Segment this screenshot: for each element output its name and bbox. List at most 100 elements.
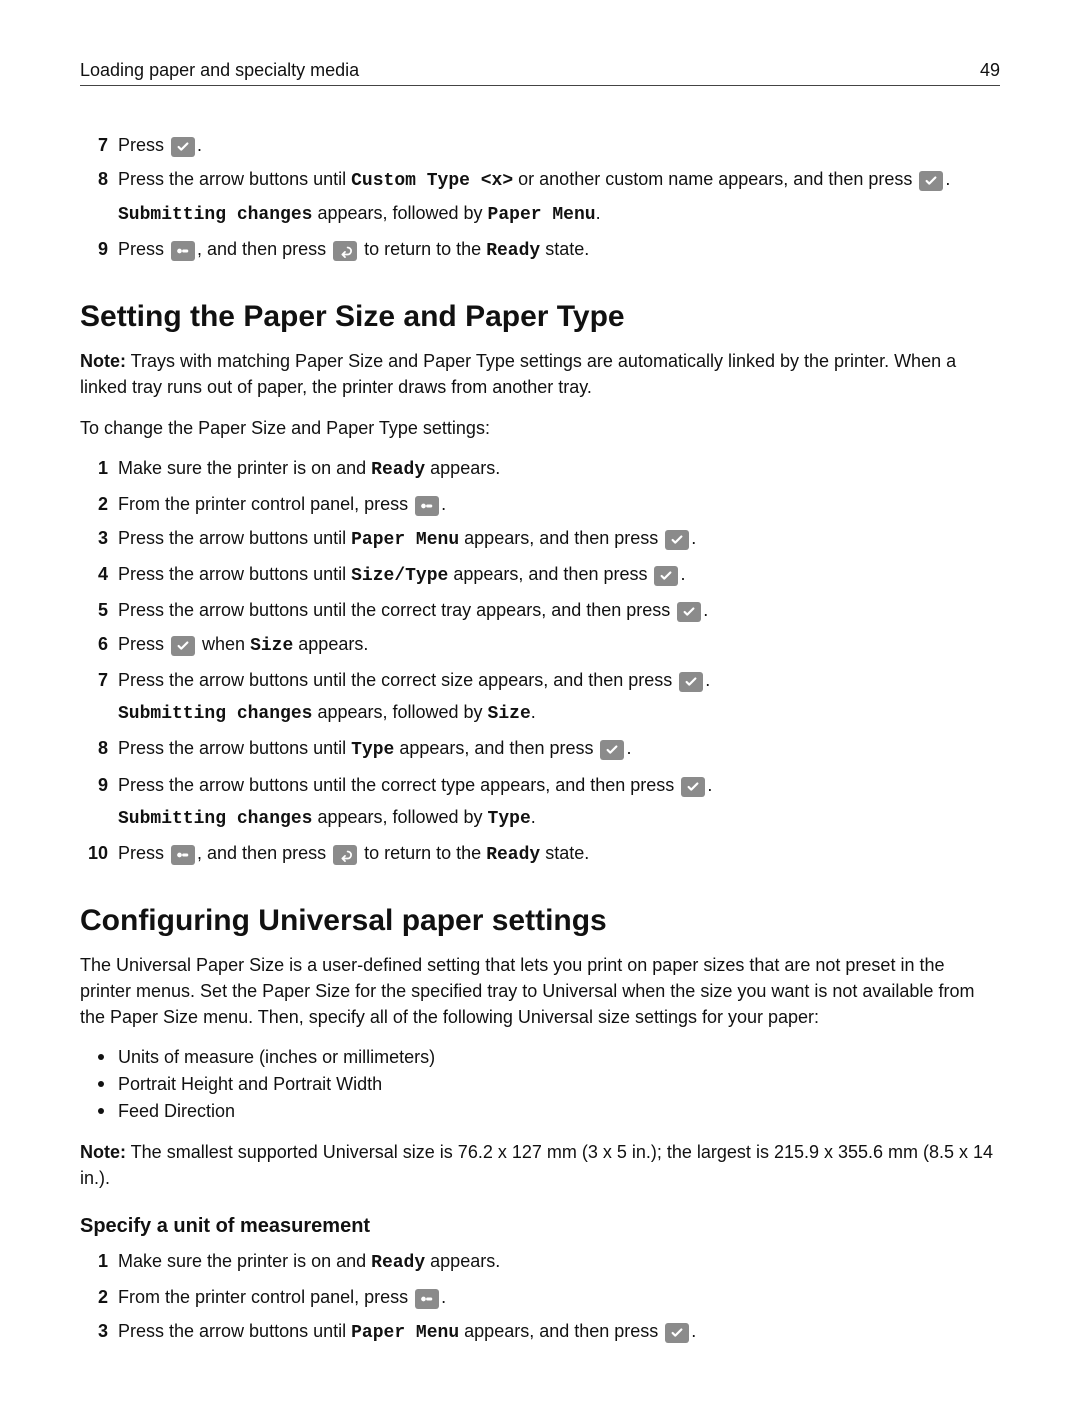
step-body: Press .	[118, 132, 1000, 158]
bullet-item: Feed Direction	[80, 1098, 1000, 1125]
text-run: .	[705, 670, 710, 690]
step-item: 7 Press .	[80, 132, 1000, 158]
step-number: 2	[80, 491, 108, 517]
step-item: 3 Press the arrow buttons until Paper Men…	[80, 525, 1000, 553]
check-icon	[654, 566, 678, 586]
text-run: .	[441, 1287, 446, 1307]
step-number: 7	[80, 667, 108, 727]
step-number: 2	[80, 1284, 108, 1310]
check-icon	[679, 672, 703, 692]
step-item: 9Press , and then press to return to the…	[80, 236, 1000, 264]
steps-list-top: 7Press .8Press the arrow buttons until C…	[80, 132, 1000, 264]
step-item: 1Make sure the printer is on and Ready a…	[80, 1248, 1000, 1276]
text-run: Press	[118, 843, 169, 863]
check-icon	[171, 636, 195, 656]
step-number: 3	[80, 1318, 108, 1346]
display-text: Type	[351, 740, 394, 760]
text-run: Press the arrow buttons until	[118, 738, 351, 758]
text-run: Make sure the printer is on and	[118, 1251, 371, 1271]
step-body: Press the arrow buttons until the correc…	[118, 667, 1000, 727]
text-run: state.	[540, 239, 589, 259]
step-subtext: Submitting changes appears, followed by …	[118, 200, 1000, 228]
menu-icon	[171, 845, 195, 865]
display-text: Paper Menu	[351, 1323, 459, 1343]
text-run: .	[945, 169, 950, 189]
step-item: 9Press the arrow buttons until the corre…	[80, 772, 1000, 832]
display-text: Submitting changes	[118, 205, 312, 225]
text-run: Press the arrow buttons until	[118, 564, 351, 584]
check-icon	[665, 530, 689, 550]
step-body: From the printer control panel, press .	[118, 491, 1000, 517]
step-body: From the printer control panel, press .	[118, 1284, 1000, 1310]
menu-icon	[415, 1289, 439, 1309]
note-paragraph: Note: Trays with matching Paper Size and…	[80, 348, 1000, 400]
text-run: appears, and then press	[459, 1321, 663, 1341]
display-text: Size/Type	[351, 566, 448, 586]
text-run: Make sure the printer is on and	[118, 458, 371, 478]
step-number: 4	[80, 561, 108, 589]
step-body: Press , and then press to return to the …	[118, 236, 1000, 264]
check-icon	[171, 137, 195, 157]
step-number: 7	[80, 132, 108, 158]
step-item: 6 Press when Size appears.	[80, 631, 1000, 659]
display-text: Type	[488, 809, 531, 829]
display-text: Custom Type <x>	[351, 171, 513, 191]
step-item: 8Press the arrow buttons until Custom Ty…	[80, 166, 1000, 228]
step-item: 8 Press the arrow buttons until Type appe…	[80, 735, 1000, 763]
running-header: Loading paper and specialty media 49	[80, 60, 1000, 85]
step-body: Press when Size appears.	[118, 631, 1000, 659]
step-body: Press the arrow buttons until Custom Typ…	[118, 166, 1000, 228]
text-run: Press the arrow buttons until the correc…	[118, 775, 679, 795]
text-run: , and then press	[197, 239, 331, 259]
text-run: .	[691, 528, 696, 548]
step-number: 8	[80, 735, 108, 763]
text-run: to return to the	[359, 843, 486, 863]
text-run: appears, and then press	[394, 738, 598, 758]
step-body: Press the arrow buttons until Paper Menu…	[118, 525, 1000, 553]
step-number: 3	[80, 525, 108, 553]
text-run: appears, followed by	[312, 203, 487, 223]
text-run: appears.	[293, 634, 368, 654]
check-icon	[919, 171, 943, 191]
text-run: Press the arrow buttons until the correc…	[118, 670, 677, 690]
steps-list-section2: 1Make sure the printer is on and Ready a…	[80, 1248, 1000, 1346]
universal-intro: The Universal Paper Size is a user‑defin…	[80, 952, 1000, 1030]
text-run: From the printer control panel, press	[118, 494, 413, 514]
step-item: 7 Press the arrow buttons until the corre…	[80, 667, 1000, 727]
step-item: 5Press the arrow buttons until the corre…	[80, 597, 1000, 623]
step-subtext: Submitting changes appears, followed by …	[118, 804, 1000, 832]
check-icon	[665, 1323, 689, 1343]
universal-note: Note: The smallest supported Universal s…	[80, 1139, 1000, 1191]
text-run: or another custom name appears, and then…	[513, 169, 917, 189]
step-number: 6	[80, 631, 108, 659]
display-text: Ready	[486, 241, 540, 261]
note-label: Note:	[80, 1142, 126, 1162]
text-run: .	[596, 203, 601, 223]
text-run: appears.	[425, 458, 500, 478]
step-body: Press the arrow buttons until the correc…	[118, 772, 1000, 832]
section-heading-universal: Configuring Universal paper settings	[80, 904, 1000, 938]
text-run: .	[531, 702, 536, 722]
text-run: appears.	[425, 1251, 500, 1271]
step-body: Make sure the printer is on and Ready ap…	[118, 1248, 1000, 1276]
check-icon	[681, 777, 705, 797]
bullet-item: Units of measure (inches or millimeters)	[80, 1044, 1000, 1071]
step-number: 10	[80, 840, 108, 868]
text-run: From the printer control panel, press	[118, 1287, 413, 1307]
text-run: appears, followed by	[312, 702, 487, 722]
text-run: , and then press	[197, 843, 331, 863]
back-icon	[333, 241, 357, 261]
step-item: 10 Press , and then press to return to th…	[80, 840, 1000, 868]
back-icon	[333, 845, 357, 865]
text-run: appears, and then press	[459, 528, 663, 548]
text-run: .	[197, 135, 202, 155]
text-run: Press	[118, 135, 169, 155]
bullet-item: Portrait Height and Portrait Width	[80, 1071, 1000, 1098]
text-run: .	[680, 564, 685, 584]
display-text: Ready	[371, 1253, 425, 1273]
check-icon	[677, 602, 701, 622]
header-title: Loading paper and specialty media	[80, 60, 359, 81]
step-body: Press the arrow buttons until Paper Menu…	[118, 1318, 1000, 1346]
text-run: Press the arrow buttons until	[118, 1321, 351, 1341]
section-heading-paper-size-type: Setting the Paper Size and Paper Type	[80, 300, 1000, 334]
